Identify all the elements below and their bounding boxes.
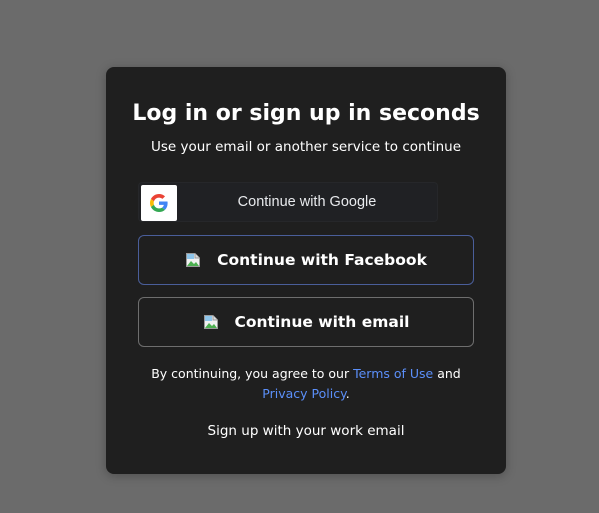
modal-title: Log in or sign up in seconds <box>132 101 480 126</box>
facebook-button-label: Continue with Facebook <box>217 251 427 269</box>
login-modal: Log in or sign up in seconds Use your em… <box>106 67 506 474</box>
google-logo-box <box>141 185 177 221</box>
privacy-policy-link[interactable]: Privacy Policy <box>262 386 345 401</box>
legal-prefix: By continuing, you agree to our <box>151 366 354 381</box>
broken-image-icon <box>203 314 219 330</box>
google-button-label: Continue with Google <box>237 194 377 210</box>
email-button-label: Continue with email <box>234 313 410 331</box>
continue-with-email-button[interactable]: Continue with email <box>138 297 474 347</box>
continue-with-facebook-button[interactable]: Continue with Facebook <box>138 235 474 285</box>
google-g-icon <box>150 194 168 212</box>
work-email-signup-link[interactable]: Sign up with your work email <box>106 421 506 441</box>
legal-conjunction: and <box>433 366 461 381</box>
terms-of-use-link[interactable]: Terms of Use <box>353 366 433 381</box>
legal-suffix: . <box>345 386 350 401</box>
legal-notice: By continuing, you agree to our Terms of… <box>136 364 476 404</box>
broken-image-icon <box>185 252 201 268</box>
continue-with-google-button[interactable]: Continue with Google <box>138 182 438 222</box>
modal-subtitle: Use your email or another service to con… <box>150 139 462 155</box>
